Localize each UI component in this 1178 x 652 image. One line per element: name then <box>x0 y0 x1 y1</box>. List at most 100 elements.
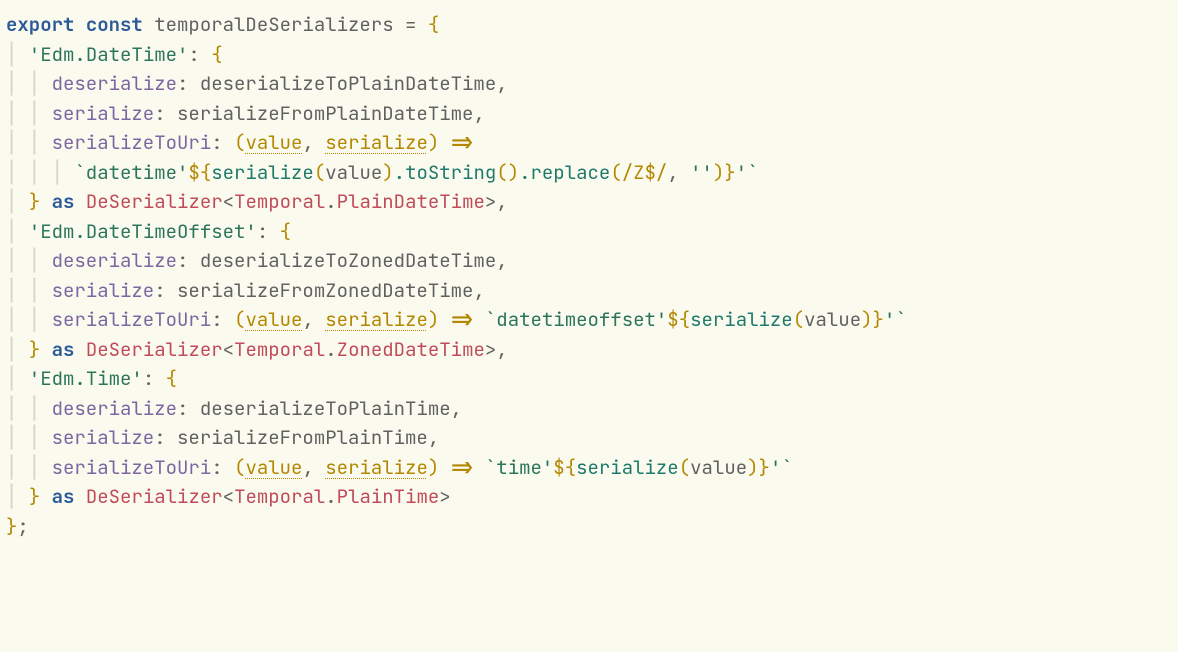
tmpl-prefix-dto: `datetimeoffset' <box>485 307 667 332</box>
type-temporal: Temporal <box>234 189 325 214</box>
tmpl-dollar-open: ${ <box>553 455 576 480</box>
type-zoned-dt: ZonedDateTime <box>337 337 485 362</box>
fn-serialize-plain-time: serializeFromPlainTime <box>177 425 428 450</box>
colon: : <box>211 130 234 155</box>
indent-guide: │ │ <box>6 130 52 155</box>
colon: : <box>257 219 280 244</box>
prop-serialize-to-uri: serializeToUri <box>52 130 212 155</box>
colon: : <box>188 42 211 67</box>
type-plain-time: PlainTime <box>337 484 440 509</box>
prop-deserialize: deserialize <box>52 248 177 273</box>
fn-serialize-plain-dt: serializeFromPlainDateTime <box>177 101 473 126</box>
comma: , <box>496 337 507 362</box>
arg-value: value <box>804 307 861 332</box>
arrow: => <box>439 455 485 480</box>
paren-close: ) <box>428 130 439 155</box>
prop-deserialize: deserialize <box>52 396 177 421</box>
colon: : <box>154 278 177 303</box>
angle-open: < <box>223 189 234 214</box>
keyword-as: as <box>52 337 75 362</box>
semicolon: ; <box>17 514 28 539</box>
colon: : <box>143 366 166 391</box>
paren-open: ( <box>496 160 507 185</box>
indent-guide: │ │ <box>6 101 52 126</box>
paren-close: ) <box>382 160 393 185</box>
prop-serialize-to-uri: serializeToUri <box>52 307 212 332</box>
paren-close: ) <box>508 160 519 185</box>
key-edm-dto: 'Edm.DateTimeOffset' <box>29 219 257 244</box>
indent-guide: │ <box>6 219 29 244</box>
indent-guide: │ <box>6 189 29 214</box>
equals: = <box>394 12 428 37</box>
keyword-as: as <box>52 484 75 509</box>
const-name: temporalDeSerializers <box>154 12 393 37</box>
comma: , <box>496 189 507 214</box>
keyword-export: export <box>6 12 74 37</box>
key-edm-time: 'Edm.Time' <box>29 366 143 391</box>
keyword-as: as <box>52 189 75 214</box>
param-value: value <box>245 455 302 480</box>
indent-guide: │ │ │ <box>6 160 74 185</box>
indent-guide: │ <box>6 366 29 391</box>
param-value: value <box>245 130 302 155</box>
key-edm-datetime: 'Edm.DateTime' <box>29 42 189 67</box>
brace-close: } <box>29 484 40 509</box>
brace-open: { <box>280 219 291 244</box>
regex-z: /Z$/ <box>622 160 668 185</box>
brace-close: } <box>29 337 40 362</box>
paren-open: ( <box>234 130 245 155</box>
angle-open: < <box>223 484 234 509</box>
call-serialize: serialize <box>576 455 679 480</box>
arg-value: value <box>325 160 382 185</box>
paren-open: ( <box>314 160 325 185</box>
brace-close: } <box>6 514 17 539</box>
param-value: value <box>245 307 302 332</box>
dot: . <box>325 484 336 509</box>
tmpl-close-brace: } <box>759 455 770 480</box>
keyword-const: const <box>86 12 143 37</box>
type-temporal: Temporal <box>234 337 325 362</box>
comma: , <box>473 278 484 303</box>
indent-guide: │ │ <box>6 248 52 273</box>
type-temporal: Temporal <box>234 484 325 509</box>
tmpl-suffix-dt: '` <box>736 160 759 185</box>
dot: . <box>519 160 530 185</box>
paren-open: ( <box>793 307 804 332</box>
prop-serialize: serialize <box>52 101 155 126</box>
param-serialize: serialize <box>325 307 428 332</box>
tmpl-dollar-open: ${ <box>188 160 211 185</box>
type-deserializer: DeSerializer <box>86 189 223 214</box>
tmpl-suffix-time: '` <box>770 455 793 480</box>
tmpl-prefix-time: `time' <box>485 455 553 480</box>
dot: . <box>325 337 336 362</box>
tmpl-close-brace: } <box>873 307 884 332</box>
colon: : <box>177 71 200 96</box>
arg-value: value <box>690 455 747 480</box>
brace-open: { <box>166 366 177 391</box>
tmpl-suffix-dto: '` <box>884 307 907 332</box>
tmpl-prefix-dt: `datetime' <box>74 160 188 185</box>
call-serialize: serialize <box>211 160 314 185</box>
paren-close: ) <box>861 307 872 332</box>
arrow: => <box>439 307 485 332</box>
code-block: export const temporalDeSerializers = { │… <box>0 0 1178 551</box>
angle-open: < <box>223 337 234 362</box>
arrow: => <box>439 130 485 155</box>
tmpl-dollar-open: ${ <box>667 307 690 332</box>
indent-guide: │ <box>6 484 29 509</box>
prop-serialize: serialize <box>52 278 155 303</box>
paren-open: ( <box>610 160 621 185</box>
indent-guide: │ <box>6 42 29 67</box>
paren-open: ( <box>679 455 690 480</box>
fn-serialize-zoned: serializeFromZonedDateTime <box>177 278 473 303</box>
comma-space: , <box>302 307 325 332</box>
type-deserializer: DeSerializer <box>86 337 223 362</box>
indent-guide: │ │ <box>6 455 52 480</box>
indent-guide: │ │ <box>6 278 52 303</box>
call-replace: replace <box>531 160 611 185</box>
brace-open: { <box>211 42 222 67</box>
prop-serialize-to-uri: serializeToUri <box>52 455 212 480</box>
type-plain-dt: PlainDateTime <box>337 189 485 214</box>
fn-deserialize-zoned: deserializeToZonedDateTime <box>200 248 496 273</box>
indent-guide: │ │ <box>6 425 52 450</box>
